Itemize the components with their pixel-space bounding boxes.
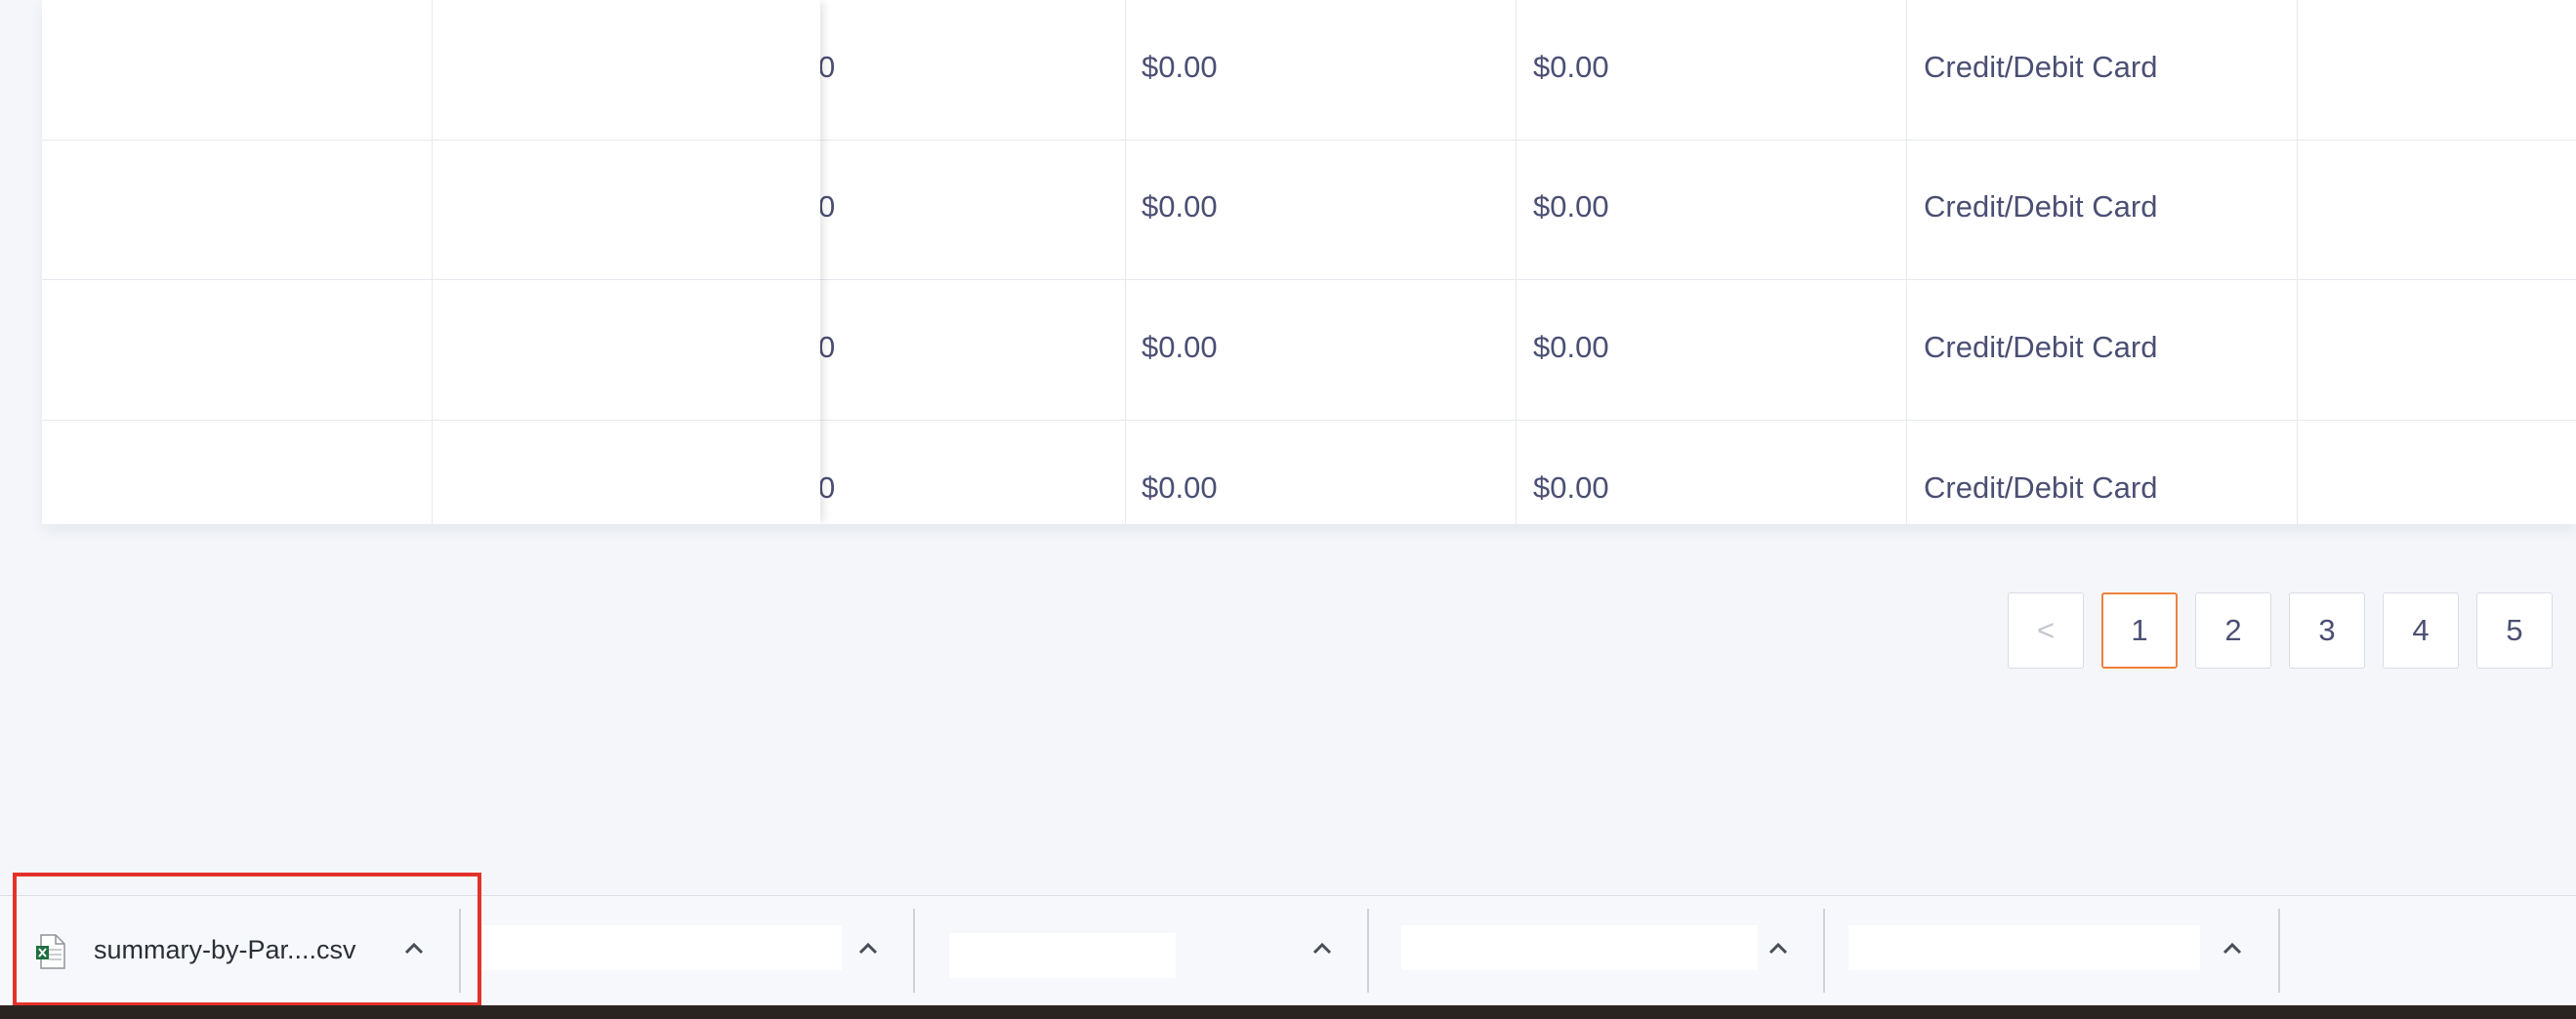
frozen-row bbox=[42, 0, 820, 141]
chevron-up-icon[interactable] bbox=[1759, 929, 1798, 968]
shelf-divider bbox=[2278, 909, 2280, 993]
table-cell-payment-method: Credit/Debit Card bbox=[1924, 189, 2158, 224]
frozen-row bbox=[42, 420, 820, 524]
table-cell-partial: 0 bbox=[818, 189, 836, 224]
table-cell-amount: $0.00 bbox=[1533, 189, 1609, 224]
chevron-left-icon: < bbox=[2036, 613, 2056, 647]
page-button-4[interactable]: 4 bbox=[2383, 592, 2459, 669]
chevron-up-icon[interactable] bbox=[849, 929, 888, 968]
table-cell-payment-method: Credit/Debit Card bbox=[1924, 330, 2158, 364]
chevron-up-icon[interactable] bbox=[1303, 929, 1342, 968]
download-item-blank[interactable] bbox=[2290, 909, 2576, 993]
download-item-blank[interactable] bbox=[1849, 925, 2200, 970]
table-cell-partial: 0 bbox=[818, 330, 836, 364]
page-button-5[interactable]: 5 bbox=[2476, 592, 2553, 669]
chevron-up-icon[interactable] bbox=[2213, 929, 2252, 968]
table-cell-amount: $0.00 bbox=[1142, 50, 1218, 84]
shelf-divider bbox=[913, 909, 915, 993]
table-cell-amount: $0.00 bbox=[1142, 330, 1218, 364]
frozen-columns bbox=[42, 0, 820, 524]
page-button-1[interactable]: 1 bbox=[2101, 592, 2178, 669]
table-cell-amount: $0.00 bbox=[1533, 330, 1609, 364]
data-table: 0 $0.00 $0.00 Credit/Debit Card 0 $0.00 … bbox=[42, 0, 2576, 524]
download-item-blank[interactable] bbox=[1401, 925, 1758, 970]
table-cell-partial: 0 bbox=[818, 50, 836, 84]
download-item-blank[interactable] bbox=[478, 925, 842, 970]
table-cell-payment-method: Credit/Debit Card bbox=[1924, 50, 2158, 84]
table-cell-amount: $0.00 bbox=[1142, 189, 1218, 224]
table-cell-amount: $0.00 bbox=[1533, 50, 1609, 84]
table-cell-amount: $0.00 bbox=[1142, 470, 1218, 505]
table-cell-amount: $0.00 bbox=[1533, 470, 1609, 505]
previous-page-button[interactable]: < bbox=[2008, 592, 2084, 669]
table-cell-partial: 0 bbox=[818, 470, 836, 505]
page-button-3[interactable]: 3 bbox=[2289, 592, 2365, 669]
shelf-divider bbox=[1823, 909, 1825, 993]
table-cell-payment-method: Credit/Debit Card bbox=[1924, 470, 2158, 505]
page-button-2[interactable]: 2 bbox=[2195, 592, 2271, 669]
desktop-background-strip bbox=[0, 1005, 2576, 1019]
shelf-divider bbox=[1367, 909, 1369, 993]
frozen-row bbox=[42, 140, 820, 280]
highlight-box bbox=[13, 873, 481, 1006]
download-item-blank[interactable] bbox=[949, 933, 1176, 978]
frozen-row bbox=[42, 280, 820, 421]
